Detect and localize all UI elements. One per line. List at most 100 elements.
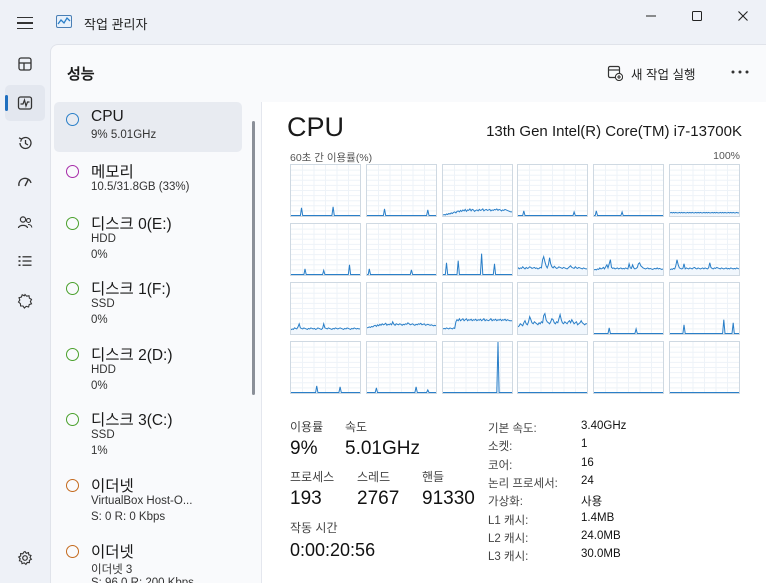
cpu-model: 13th Gen Intel(R) Core(TM) i7-13700K: [486, 123, 742, 140]
core-graph-plot: [442, 165, 512, 216]
nav-app-history[interactable]: [5, 125, 45, 161]
core-graph: [365, 341, 437, 394]
close-button[interactable]: [720, 0, 766, 32]
core-graph-plot: [594, 283, 664, 334]
core-graph-grid: [290, 164, 740, 394]
nav-services[interactable]: [5, 283, 45, 319]
spec-value: 1: [581, 438, 588, 451]
title-bar: 작업 관리자: [0, 0, 766, 44]
nav-settings[interactable]: [5, 540, 45, 576]
core-graph-plot: [670, 224, 739, 275]
device-name: 이더넷: [91, 478, 134, 495]
core-graph-plot: [670, 342, 739, 393]
performance-icon: [17, 96, 33, 110]
cpu-title: CPU: [287, 112, 345, 142]
app-history-icon: [18, 136, 32, 150]
core-graph: [517, 341, 589, 394]
core-graph: [365, 282, 437, 335]
spec-key: 코어:: [488, 459, 513, 472]
device-item[interactable]: 디스크 2(D:) HDD 0%: [54, 337, 242, 399]
spec-value: 1.4MB: [581, 511, 615, 524]
threads-value: 2767: [357, 488, 400, 509]
device-indicator: [66, 413, 79, 426]
core-graph: [669, 341, 740, 394]
nav-users[interactable]: [5, 204, 45, 240]
spec-key: 가상화:: [488, 496, 523, 509]
more-options-icon: [731, 70, 749, 74]
startup-apps-icon: [18, 177, 32, 187]
device-detail: VirtualBox Host-O...: [91, 495, 193, 507]
core-graph: [593, 282, 665, 335]
task-manager-icon: [56, 15, 72, 28]
device-name: 디스크 3(C:): [91, 412, 173, 429]
handles-value: 91330: [422, 488, 475, 509]
cpu-detail-pane: CPU 13th Gen Intel(R) Core(TM) i7-13700K…: [262, 102, 766, 583]
core-graph-plot: [291, 342, 360, 393]
spec-value: 16: [581, 456, 594, 469]
nav-performance[interactable]: [5, 85, 45, 121]
device-detail: SSD: [91, 298, 115, 310]
core-graph-plot: [594, 342, 664, 393]
content-pane: 성능 새 작업 실행 CPU 9% 5.01GHz 메모리 10.5/31.8GB (…: [50, 44, 766, 583]
device-indicator: [66, 113, 79, 126]
core-graph-plot: [670, 283, 739, 334]
navigation-rail: [0, 44, 50, 583]
spec-key: 기본 속도:: [488, 423, 537, 435]
core-graph: [290, 164, 361, 217]
device-indicator: [66, 217, 79, 230]
uptime-label: 작동 시간: [290, 521, 338, 535]
nav-details[interactable]: [5, 243, 45, 279]
device-name: 이더넷: [91, 544, 134, 561]
spec-key: L2 캐시:: [488, 532, 529, 545]
nav-startup-apps[interactable]: [5, 164, 45, 200]
core-graph: [593, 164, 665, 217]
core-graph: [669, 282, 740, 335]
uptime-value: 0:00:20:56: [290, 540, 376, 560]
device-item[interactable]: 디스크 0(E:) HDD 0%: [54, 206, 242, 268]
maximize-icon: [692, 11, 702, 21]
device-item[interactable]: 디스크 1(F:) SSD 0%: [54, 271, 242, 333]
more-options-button[interactable]: [725, 58, 755, 86]
device-item[interactable]: 이더넷 이더넷 3 S: 96.0 R: 200 Kbps: [54, 534, 242, 583]
core-graph: [441, 164, 513, 217]
spec-key: L3 캐시:: [488, 551, 529, 564]
processes-label: 프로세스: [290, 470, 335, 484]
spec-value: 3.40GHz: [581, 420, 627, 432]
core-graph-plot: [291, 224, 360, 275]
core-graph: [593, 223, 665, 276]
device-indicator: [66, 479, 79, 492]
device-list-scrollbar[interactable]: [252, 121, 255, 395]
core-graph: [517, 164, 589, 217]
device-name: 메모리: [91, 164, 134, 181]
core-graph: [441, 282, 513, 335]
spec-key: 소켓:: [488, 441, 513, 454]
core-graph: [593, 341, 665, 394]
minimize-icon: [646, 15, 656, 17]
processes-value: 193: [290, 488, 322, 509]
maximize-button[interactable]: [674, 0, 720, 32]
device-list: CPU 9% 5.01GHz 메모리 10.5/31.8GB (33%) 디스크 0(E…: [54, 102, 246, 583]
processes-icon: [18, 57, 32, 71]
minimize-button[interactable]: [628, 0, 674, 32]
core-graph: [517, 223, 589, 276]
core-graph: [441, 341, 513, 394]
core-graph-plot: [518, 165, 588, 216]
core-graph-plot: [442, 283, 512, 334]
device-usage: S: 96.0 R: 200 Kbps: [91, 577, 194, 583]
run-new-task-label: 새 작업 실행: [631, 67, 696, 82]
core-graph-plot: [594, 165, 664, 216]
run-new-task-button[interactable]: 새 작업 실행: [607, 60, 695, 86]
hamburger-menu-icon[interactable]: [14, 12, 36, 34]
nav-processes[interactable]: [5, 46, 45, 82]
core-graph: [290, 341, 361, 394]
device-usage: 0%: [91, 380, 108, 392]
device-item[interactable]: 디스크 3(C:) SSD 1%: [54, 402, 242, 464]
device-usage: S: 0 R: 0 Kbps: [91, 511, 166, 523]
device-detail: 10.5/31.8GB (33%): [91, 181, 190, 193]
device-item[interactable]: 메모리 10.5/31.8GB (33%): [54, 154, 242, 204]
speed-label: 속도: [345, 420, 368, 434]
core-graph-plot: [442, 224, 512, 275]
device-indicator: [66, 545, 79, 558]
device-item[interactable]: CPU 9% 5.01GHz: [54, 102, 242, 152]
device-item[interactable]: 이더넷 VirtualBox Host-O... S: 0 R: 0 Kbps: [54, 468, 242, 530]
